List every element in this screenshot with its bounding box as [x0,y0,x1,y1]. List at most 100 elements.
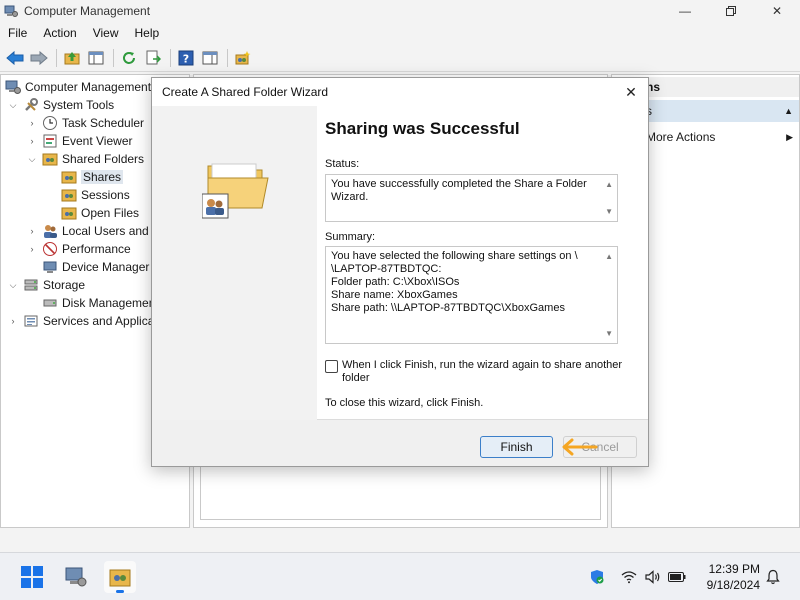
refresh-button[interactable] [118,47,140,69]
taskbar-computer-management[interactable] [60,561,92,593]
performance-icon [43,242,57,256]
dialog-close-button[interactable]: ✕ [622,83,640,101]
volume-icon[interactable] [644,568,662,586]
back-arrow-icon [6,50,24,65]
help-icon: ? [178,50,194,65]
tree-item-label: Services and Applica [43,314,155,328]
scroll-down-arrow-icon[interactable]: ▼ [605,327,613,340]
computer-management-icon [5,80,21,94]
forward-button[interactable] [28,47,50,69]
show-hide-action-pane-button[interactable] [199,47,221,69]
status-textbox[interactable]: You have successfully completed the Shar… [325,174,618,222]
windows-logo-icon [21,566,43,588]
collapse-chevron-icon[interactable]: ⌵ [7,280,19,291]
dialog-title: Create A Shared Folder Wizard [162,85,329,99]
close-button[interactable]: ✕ [754,0,800,22]
tree-item-label: Local Users and G [62,224,162,238]
tree-item-computer-management[interactable]: Computer Management [5,78,151,96]
collapse-chevron-icon[interactable]: ⌵ [26,154,38,165]
active-indicator [116,590,124,593]
tree-item-label: Event Viewer [62,134,133,148]
scroll-up-arrow-icon[interactable]: ▲ [605,178,613,191]
collapse-up-icon[interactable]: ▲ [784,106,793,116]
tree-item-label: Open Files [81,206,140,220]
tree-item-label: Shares [81,170,124,184]
event-viewer-icon [43,134,57,148]
menu-file[interactable]: File [0,22,35,44]
new-share-icon [235,50,251,64]
run-again-option[interactable]: When I click Finish, run the wizard agai… [325,359,625,385]
tree-item-local-users[interactable]: › Local Users and G [26,222,161,240]
windows-security-icon[interactable] [588,568,606,586]
back-button[interactable] [4,47,26,69]
show-hide-tree-button[interactable] [85,47,107,69]
tree-item-event-viewer[interactable]: › Event Viewer [26,132,133,150]
tree-item-shared-folders[interactable]: ⌵ Shared Folders [26,150,144,168]
shared-folder-wizard-dialog: Create A Shared Folder Wizard ✕ Sharing … [151,77,649,467]
notifications-bell-icon[interactable] [764,568,782,586]
summary-textbox[interactable]: You have selected the following share se… [325,246,618,344]
up-level-button[interactable] [61,47,83,69]
tree-item-system-tools[interactable]: ⌵ System Tools [7,96,114,114]
summary-label: Summary: [325,231,376,243]
system-tools-icon [25,98,38,111]
finish-button[interactable]: Finish [480,436,553,458]
clock-icon [43,116,57,130]
expand-chevron-icon[interactable]: › [26,136,38,146]
wifi-icon[interactable] [620,568,638,586]
shared-folder-icon [202,163,269,219]
scroll-up-arrow-icon[interactable]: ▲ [605,250,613,263]
tree-item-performance[interactable]: › Performance [26,240,131,258]
minimize-button[interactable]: — [662,0,708,22]
start-button[interactable] [16,561,48,593]
forward-arrow-icon [30,50,48,65]
action-pane-icon [202,51,218,64]
more-actions-label: More Actions [646,130,716,144]
taskbar-clock[interactable]: 12:39 PM 9/18/2024 [688,561,760,593]
services-icon [24,315,38,327]
shares-icon [61,171,77,184]
users-icon [44,225,57,238]
expand-chevron-icon[interactable]: › [7,316,19,326]
folder-up-icon [64,51,80,64]
scroll-down-arrow-icon[interactable]: ▼ [605,205,613,218]
tree-item-storage[interactable]: ⌵ Storage [7,276,85,294]
status-label: Status: [325,158,360,170]
new-share-button[interactable] [232,47,254,69]
run-again-label[interactable]: When I click Finish, run the wizard agai… [342,359,625,385]
status-text: You have successfully completed the Shar… [331,178,587,203]
shared-folders-icon [109,569,131,587]
submenu-arrow-icon: ▶ [786,131,793,142]
tree-item-task-scheduler[interactable]: › Task Scheduler [26,114,144,132]
window-title: Computer Management [24,4,151,18]
maximize-button[interactable] [708,0,754,22]
toolbar-separator [113,48,114,67]
computer-management-icon [65,567,87,587]
tree-item-sessions[interactable]: Sessions [61,186,130,204]
run-again-checkbox[interactable] [325,360,338,373]
expand-chevron-icon[interactable]: › [26,118,38,128]
tree-item-services-applications[interactable]: › Services and Applica [7,312,155,330]
battery-icon[interactable] [668,568,686,586]
export-list-icon [146,50,161,64]
tree-item-disk-management[interactable]: Disk Managemen [42,294,155,312]
wizard-banner [152,106,317,420]
menu-help[interactable]: Help [127,22,168,44]
tree-item-label: Sessions [81,188,130,202]
menu-view[interactable]: View [85,22,127,44]
taskbar: 12:39 PM 9/18/2024 [0,552,800,600]
computer-management-icon [4,5,18,17]
toolbar: ? [0,44,800,72]
help-button[interactable]: ? [175,47,197,69]
tree-item-device-manager[interactable]: Device Manager [42,258,149,276]
storage-icon [24,279,38,291]
tree-item-shares[interactable]: Shares [61,168,124,186]
expand-chevron-icon[interactable]: › [26,226,38,236]
tree-item-open-files[interactable]: Open Files [61,204,139,222]
export-list-button[interactable] [142,47,164,69]
collapse-chevron-icon[interactable]: ⌵ [7,100,19,111]
taskbar-shared-folder-wizard[interactable] [104,561,136,593]
menu-action[interactable]: Action [35,22,84,44]
summary-line: Share name: XboxGames [331,289,458,301]
expand-chevron-icon[interactable]: › [26,244,38,254]
